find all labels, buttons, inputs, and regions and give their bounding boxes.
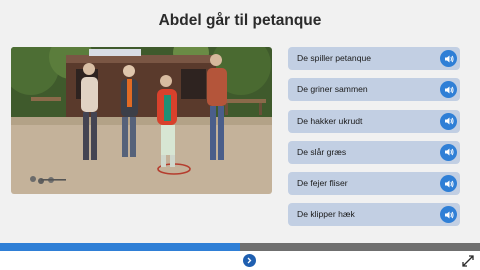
option-button[interactable]: De slår græs xyxy=(288,140,460,164)
option-button[interactable]: De spiller petanque xyxy=(288,47,460,70)
speaker-icon[interactable] xyxy=(440,81,457,99)
speaker-icon[interactable] xyxy=(440,50,457,67)
answer-options: De spiller petanque De griner sammen De … xyxy=(288,47,460,235)
progress-bar xyxy=(0,243,480,251)
chevron-right-icon xyxy=(247,257,252,264)
next-button[interactable] xyxy=(243,254,256,267)
footer-bar xyxy=(0,251,480,270)
option-button[interactable]: De klipper hæk xyxy=(288,203,460,227)
option-label: De hakker ukrudt xyxy=(297,115,363,126)
option-button[interactable]: De fejer fliser xyxy=(288,172,460,196)
speaker-icon[interactable] xyxy=(440,206,457,224)
fullscreen-icon[interactable] xyxy=(462,254,474,267)
speaker-icon[interactable] xyxy=(440,175,457,193)
option-label: De griner sammen xyxy=(297,84,368,95)
option-label: De klipper hæk xyxy=(297,209,355,220)
option-button[interactable]: De griner sammen xyxy=(288,78,460,102)
option-button[interactable]: De hakker ukrudt xyxy=(288,109,460,133)
page-title: Abdel går til petanque xyxy=(158,12,322,29)
option-label: De spiller petanque xyxy=(297,53,372,63)
speaker-icon[interactable] xyxy=(440,112,457,130)
scene-photo xyxy=(11,47,272,194)
slide: Abdel går til petanque De spiller petanq… xyxy=(0,0,480,243)
option-label: De slår græs xyxy=(297,146,347,157)
speaker-icon[interactable] xyxy=(440,143,457,161)
progress-fill xyxy=(0,243,240,251)
option-label: De fejer fliser xyxy=(297,178,348,189)
